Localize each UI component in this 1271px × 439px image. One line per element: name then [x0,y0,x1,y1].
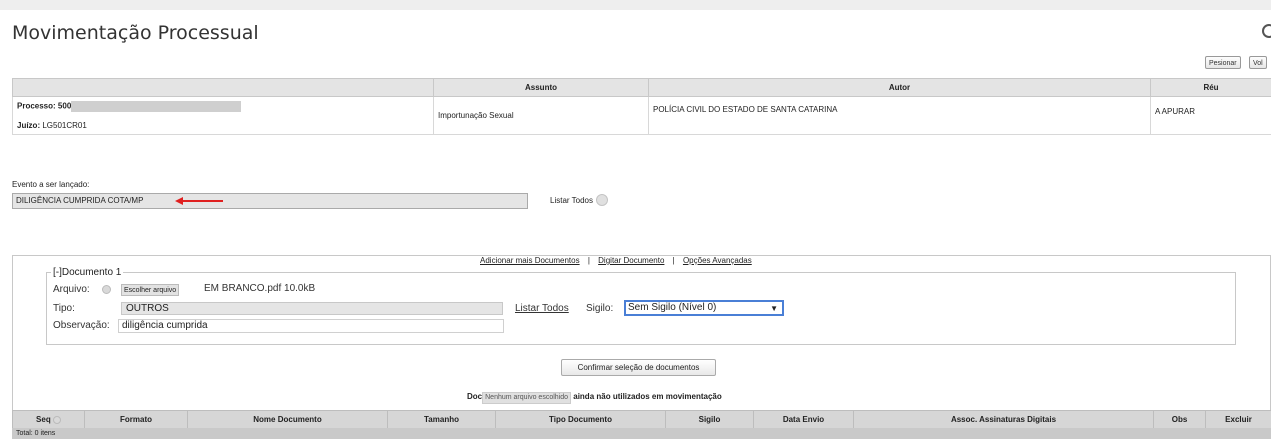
processo-table: Assunto Autor Réu Processo: 500 Juízo: L… [12,78,1271,135]
grid-header-tipo: Tipo Documento [495,410,666,429]
red-arrow-icon [175,197,223,205]
col-header-assunto: Assunto [433,78,649,97]
grid-header-seq[interactable]: Seq [12,410,85,429]
grid-header-formato: Formato [84,410,188,429]
escolher-arquivo-button[interactable]: Escolher arquivo [121,284,180,296]
col-header-blank [12,78,434,97]
sigilo-value: Sem Sigilo (Nível 0) [628,302,717,313]
autor-cell: POLÍCIA CIVIL DO ESTADO DE SANTA CATARIN… [648,96,1151,135]
documentos-grid: Seq Formato Nome Documento Tamanho Tipo … [12,410,1271,429]
tipo-label: Tipo: [53,303,75,314]
opcoes-avancadas-link[interactable]: Opções Avançadas [683,256,752,265]
grid-total: Total: 0 itens [12,428,1271,439]
grid-header-excluir: Excluir [1205,410,1271,429]
docs-prefix: Doc [467,392,483,401]
tipo-listar-todos[interactable]: Listar Todos [515,303,569,314]
evento-input[interactable]: DILIGÊNCIA CUMPRIDA COTA/MP [12,193,528,209]
no-file-chosen: Nenhum arquivo escolhido [482,392,572,404]
juizo-value: LG501CR01 [42,121,87,130]
arquivo-help-icon[interactable] [102,285,111,294]
adicionar-documentos-link[interactable]: Adicionar mais Documentos [480,256,580,265]
col-header-reu: Réu [1150,78,1271,97]
processo-cell: Processo: 500 Juízo: LG501CR01 [12,96,434,135]
link-separator: | [672,256,675,265]
assunto-cell: Importunação Sexual [433,96,649,135]
grid-header-tamanho: Tamanho [387,410,496,429]
documentos-status-line: Doc Nenhum arquivo escolhido ainda não ut… [467,392,722,404]
redaction-bar [71,101,242,112]
grid-header-obs: Obs [1153,410,1206,429]
autor-value: POLÍCIA CIVIL DO ESTADO DE SANTA CATARIN… [653,105,838,114]
assunto-value: Importunação Sexual [438,111,514,120]
tipo-field[interactable]: OUTROS [121,302,503,315]
sigilo-select[interactable]: Sem Sigilo (Nível 0) ▼ [624,300,784,316]
seq-help-icon[interactable] [52,415,61,424]
reu-value: A APURAR [1155,107,1196,116]
document-links: Adicionar mais Documentos | Digitar Docu… [480,256,752,265]
arquivo-nome: EM BRANCO.pdf 10.0kB [204,283,316,294]
voltar-button[interactable]: Vol [1249,56,1267,69]
processo-label: Processo: [17,101,56,111]
grid-header-sigilo: Sigilo [665,410,754,429]
documento-legend[interactable]: [-]Documento 1 [51,267,123,278]
page-title: Movimentação Processual [12,22,259,44]
reu-cell: A APURAR [1150,96,1271,135]
evento-help-icon[interactable] [596,194,608,206]
juizo-label: Juízo: [17,121,41,130]
docs-suffix: ainda não utilizados em movimentação [573,392,722,401]
sigilo-label: Sigilo: [586,303,614,314]
grid-header-assinaturas: Assoc. Assinaturas Digitais [853,410,1154,429]
pesionar-button[interactable]: Pesionar [1205,56,1241,69]
help-circle-icon[interactable] [1262,24,1271,38]
top-strip [0,0,1271,10]
chevron-down-icon: ▼ [770,304,778,313]
grid-header-data-envio: Data Envio [753,410,854,429]
arquivo-label: Arquivo: [53,284,90,295]
observacao-label: Observação: [53,320,110,331]
evento-label: Evento a ser lançado: [12,180,90,189]
confirmar-selecao-button[interactable]: Confirmar seleção de documentos [561,359,716,376]
evento-listar-todos[interactable]: Listar Todos [550,196,593,205]
grid-header-nome: Nome Documento [187,410,388,429]
processo-number[interactable]: 500 [58,102,71,111]
link-separator: | [587,256,590,265]
col-header-autor: Autor [648,78,1151,97]
observacao-field[interactable]: diligência cumprida [118,319,504,333]
digitar-documento-link[interactable]: Digitar Documento [598,256,664,265]
